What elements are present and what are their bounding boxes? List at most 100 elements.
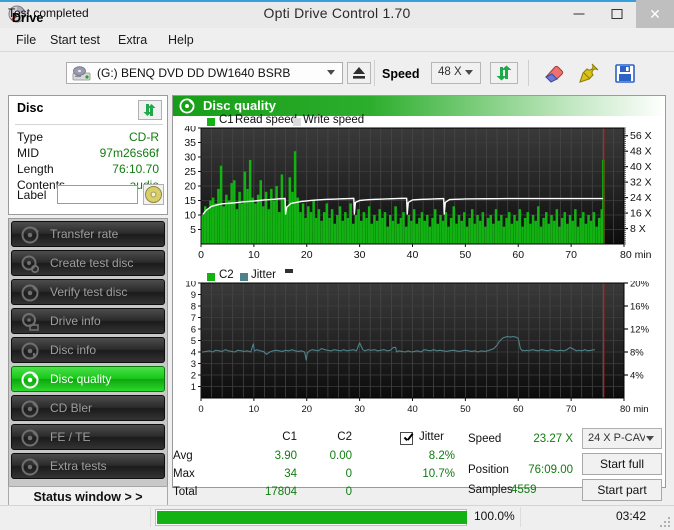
maximize-icon xyxy=(611,9,623,19)
disc-panel-divider xyxy=(15,124,163,125)
disc-refresh-button[interactable] xyxy=(138,100,162,120)
speed-label: Speed xyxy=(382,67,420,81)
svg-text:20: 20 xyxy=(184,181,196,193)
svg-text:30: 30 xyxy=(184,152,196,164)
svg-text:2: 2 xyxy=(191,371,196,382)
stats-label-position: Position xyxy=(468,464,509,476)
svg-text:70: 70 xyxy=(566,404,577,415)
svg-text:3: 3 xyxy=(191,359,196,370)
panel-header: Disc quality xyxy=(173,96,665,116)
sidebar-item-extra-tests[interactable]: Extra tests xyxy=(11,453,165,479)
close-icon: ✕ xyxy=(649,6,661,22)
sidebar-item-cd-bler[interactable]: CD Bler xyxy=(11,395,165,421)
read-disc-label-button[interactable] xyxy=(143,184,164,205)
svg-text:16%: 16% xyxy=(630,302,650,313)
disc-field-label-type: Type xyxy=(17,130,44,144)
sidebar-item-create-test-disc[interactable]: Create test disc xyxy=(11,250,165,276)
stats-row-label-total: Total xyxy=(173,486,198,498)
disc-quality-icon xyxy=(21,371,39,389)
svg-text:4%: 4% xyxy=(630,371,644,382)
disc-label-input[interactable] xyxy=(57,185,138,204)
legend-swatch-c1 xyxy=(207,118,215,126)
disc-icon xyxy=(21,458,39,476)
menu-bar: File Start test Extra Help xyxy=(0,28,674,52)
legend-label-write-speed: Write speed xyxy=(303,114,365,126)
disc-info-icon xyxy=(21,342,39,360)
sidebar-item-label: Transfer rate xyxy=(50,227,119,241)
disc-icon xyxy=(21,429,39,447)
eject-button[interactable] xyxy=(347,62,371,84)
erase-button[interactable] xyxy=(541,61,567,85)
maximize-button[interactable] xyxy=(598,0,636,28)
stats-avg-c2: 0.00 xyxy=(329,450,352,462)
start-full-button[interactable]: Start full xyxy=(582,453,662,475)
svg-text:70: 70 xyxy=(565,249,577,261)
stats-total-c2: 0 xyxy=(345,486,352,498)
test-nav-list: Transfer rate Create test disc Verify te… xyxy=(8,218,168,488)
svg-text:5: 5 xyxy=(190,224,196,236)
svg-text:40: 40 xyxy=(407,404,418,415)
stats-header-c2: C2 xyxy=(337,431,352,443)
sidebar-item-drive-info[interactable]: Drive info xyxy=(11,308,165,334)
disc-field-label-length: Length xyxy=(17,162,54,176)
menu-item-extra[interactable]: Extra xyxy=(112,32,153,49)
legend-marker-swatch xyxy=(285,269,293,273)
svg-text:20: 20 xyxy=(301,404,312,415)
refresh-speed-button[interactable] xyxy=(490,62,518,84)
menu-item-help[interactable]: Help xyxy=(162,32,200,49)
sidebar-item-label: Disc quality xyxy=(50,372,112,386)
svg-text:40: 40 xyxy=(407,249,419,261)
opti-drive-control-window: Opti Drive Control 1.70 ✕ File Start tes… xyxy=(0,0,674,530)
minimize-button[interactable] xyxy=(560,0,598,28)
start-part-button[interactable]: Start part xyxy=(582,479,662,501)
svg-text:25: 25 xyxy=(184,166,196,178)
sidebar-item-disc-info[interactable]: Disc info xyxy=(11,337,165,363)
progress-bar-fill xyxy=(157,511,467,524)
stats-row-label-max: Max xyxy=(173,468,195,480)
c1-read-speed-chart[interactable]: 5 10 15 20 25 30 35 40 8 X 16 X 24 X 32 X 40 X 48 X 56… xyxy=(177,126,664,262)
sidebar-item-label: Create test disc xyxy=(50,256,134,270)
svg-text:1: 1 xyxy=(191,382,196,393)
sidebar-item-disc-quality[interactable]: Disc quality xyxy=(11,366,165,392)
menu-item-start-test[interactable]: Start test xyxy=(44,32,106,49)
disc-write-icon xyxy=(21,255,39,273)
sidebar-item-label: Disc info xyxy=(50,343,97,357)
sidebar-item-transfer-rate[interactable]: Transfer rate xyxy=(11,221,165,247)
resize-grip[interactable] xyxy=(660,517,670,527)
svg-text:0: 0 xyxy=(198,404,203,415)
disc-field-value-mid: 97m26s66f xyxy=(99,146,159,160)
toolbar-divider-2 xyxy=(528,60,529,86)
svg-text:48 X: 48 X xyxy=(630,146,652,158)
refresh-icon xyxy=(143,104,156,116)
chevron-down-icon xyxy=(327,70,335,75)
jitter-checkbox[interactable] xyxy=(400,432,413,445)
svg-text:0: 0 xyxy=(198,249,204,261)
save-button[interactable] xyxy=(612,61,638,85)
sidebar-item-verify-test-disc[interactable]: Verify test disc xyxy=(11,279,165,305)
write-speed-select[interactable]: 24 X P-CAV xyxy=(582,428,662,449)
menu-item-file[interactable]: File xyxy=(10,32,42,49)
legend-label-read-speed: Read speed xyxy=(235,114,298,126)
drive-select[interactable]: (G:) BENQ DVD DD DW1640 BSRB xyxy=(66,62,343,84)
stats-row-label-avg: Avg xyxy=(173,450,193,462)
sidebar-item-fe-te[interactable]: FE / TE xyxy=(11,424,165,450)
c2-jitter-chart[interactable]: 123456789104%8%12%16%20%0 10 20 30 40 50 60 70 8… xyxy=(177,281,664,416)
drive-value: (G:) BENQ DVD DD DW1640 BSRB xyxy=(97,66,291,80)
speed-select[interactable]: 48 X xyxy=(431,62,481,84)
legend-label-c1: C1 xyxy=(219,114,234,126)
svg-text:35: 35 xyxy=(184,137,196,149)
pin-button[interactable] xyxy=(576,61,602,85)
stats-max-c1: 34 xyxy=(284,468,297,480)
close-button[interactable]: ✕ xyxy=(636,0,674,28)
svg-text:50: 50 xyxy=(460,249,472,261)
svg-text:10: 10 xyxy=(248,249,260,261)
svg-text:9: 9 xyxy=(191,290,196,301)
svg-text:80 min: 80 min xyxy=(620,404,649,415)
title-bar: Opti Drive Control 1.70 ✕ xyxy=(0,0,674,28)
sidebar-item-label: FE / TE xyxy=(50,430,91,444)
status-divider-1 xyxy=(150,507,151,527)
disc-field-label-mid: MID xyxy=(17,146,39,160)
stats-max-jitter: 10.7% xyxy=(422,468,455,480)
svg-text:40: 40 xyxy=(184,126,196,135)
legend-label-c2: C2 xyxy=(219,269,234,281)
